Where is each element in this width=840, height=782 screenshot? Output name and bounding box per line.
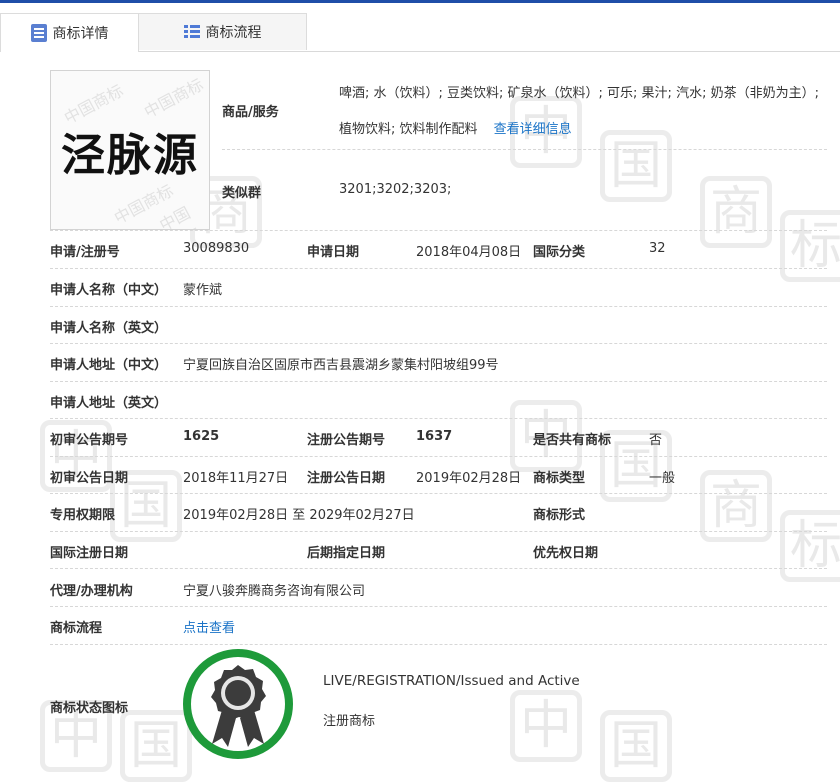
later-date-label: 后期指定日期 — [307, 546, 386, 561]
reg-issue-value: 1637 — [416, 429, 453, 444]
divider — [50, 268, 827, 269]
tab-label: 商标流程 — [205, 25, 262, 41]
exclusive-period-value: 2019年02月28日 至 2029年02月27日 — [183, 508, 415, 523]
address-cn-label: 申请人地址（中文） — [50, 358, 168, 373]
status-icon-label: 商标状态图标 — [50, 701, 129, 716]
similar-group-label: 类似群 — [222, 186, 262, 201]
divider — [50, 644, 827, 645]
divider — [50, 456, 827, 457]
similar-group-value: 3201;3202;3203; — [339, 182, 452, 197]
intl-reg-date-label: 国际注册日期 — [50, 546, 129, 561]
divider — [50, 531, 827, 532]
watermark-char: 标 — [780, 210, 840, 282]
prelim-date-label: 初审公告日期 — [50, 471, 129, 486]
divider — [222, 149, 827, 150]
watermark-char: 国 — [600, 710, 672, 782]
tab-bar: 商标详情 商标流程 — [0, 13, 840, 52]
divider — [50, 343, 827, 344]
tab-trademark-details[interactable]: 商标详情 — [0, 13, 139, 52]
watermark-char: 中 — [510, 690, 582, 762]
divider — [50, 606, 827, 607]
applicant-cn-label: 申请人名称（中文） — [50, 283, 168, 298]
priority-date-label: 优先权日期 — [533, 546, 599, 561]
trademark-logo-text: 泾脉源 — [61, 130, 199, 181]
divider — [50, 493, 827, 494]
status-cn-text: 注册商标 — [323, 714, 376, 729]
applicant-cn-value: 蒙作斌 — [183, 283, 223, 298]
view-details-link[interactable]: 查看详细信息 — [494, 122, 572, 137]
prelim-date-value: 2018年11月27日 — [183, 471, 289, 486]
process-label: 商标流程 — [50, 621, 103, 636]
view-process-link[interactable]: 点击查看 — [183, 617, 235, 636]
intl-class-label: 国际分类 — [533, 245, 586, 260]
prelim-issue-value: 1625 — [183, 429, 220, 444]
reg-date-label: 注册公告日期 — [307, 471, 386, 486]
goods-services-text: 啤酒; 水（饮料）; 豆类饮料; 矿泉水（饮料）; 可乐; 果汁; 汽水; 奶茶… — [339, 86, 819, 137]
tm-type-value: 一般 — [649, 471, 676, 486]
shared-value: 否 — [649, 433, 663, 448]
tm-form-label: 商标形式 — [533, 508, 586, 523]
exclusive-period-label: 专用权期限 — [50, 508, 116, 523]
applicant-en-label: 申请人名称（英文） — [50, 321, 168, 336]
divider — [50, 418, 827, 419]
reg-issue-label: 注册公告期号 — [307, 433, 386, 448]
reg-no-value: 30089830 — [183, 241, 250, 256]
trademark-image: 中国商标 中国商标 中国商标 中国商标 泾脉源 — [50, 70, 210, 230]
address-cn-value: 宁夏回族自治区固原市西吉县震湖乡蒙集村阳坡组99号 — [183, 358, 499, 373]
apply-date-label: 申请日期 — [307, 245, 360, 260]
reg-no-label: 申请/注册号 — [50, 245, 120, 260]
agent-value: 宁夏八骏奔腾商务咨询有限公司 — [183, 584, 366, 599]
shared-label: 是否共有商标 — [533, 433, 612, 448]
registered-badge-icon — [183, 649, 293, 759]
tm-type-label: 商标类型 — [533, 471, 586, 486]
logo-stamp-text: 中国商标 — [140, 74, 207, 122]
watermark-char: 商 — [700, 176, 772, 248]
top-accent-line — [0, 0, 840, 3]
goods-services-value: 啤酒; 水（饮料）; 豆类饮料; 矿泉水（饮料）; 可乐; 果汁; 汽水; 奶茶… — [339, 76, 834, 148]
reg-date-value: 2019年02月28日 — [416, 471, 522, 486]
intl-class-value: 32 — [649, 241, 666, 256]
agent-label: 代理/办理机构 — [50, 584, 133, 599]
list-icon — [183, 25, 200, 39]
divider — [50, 568, 827, 569]
divider — [50, 306, 827, 307]
watermark-char: 标 — [780, 510, 840, 582]
tab-label: 商标详情 — [52, 26, 109, 42]
divider — [50, 381, 827, 382]
divider — [50, 230, 827, 231]
tab-trademark-process[interactable]: 商标流程 — [139, 13, 307, 50]
apply-date-value: 2018年04月08日 — [416, 245, 522, 260]
status-en-text: LIVE/REGISTRATION/Issued and Active — [323, 673, 580, 689]
address-en-label: 申请人地址（英文） — [50, 396, 168, 411]
prelim-issue-label: 初审公告期号 — [50, 433, 129, 448]
document-icon — [30, 24, 47, 42]
goods-services-label: 商品/服务 — [222, 105, 279, 120]
